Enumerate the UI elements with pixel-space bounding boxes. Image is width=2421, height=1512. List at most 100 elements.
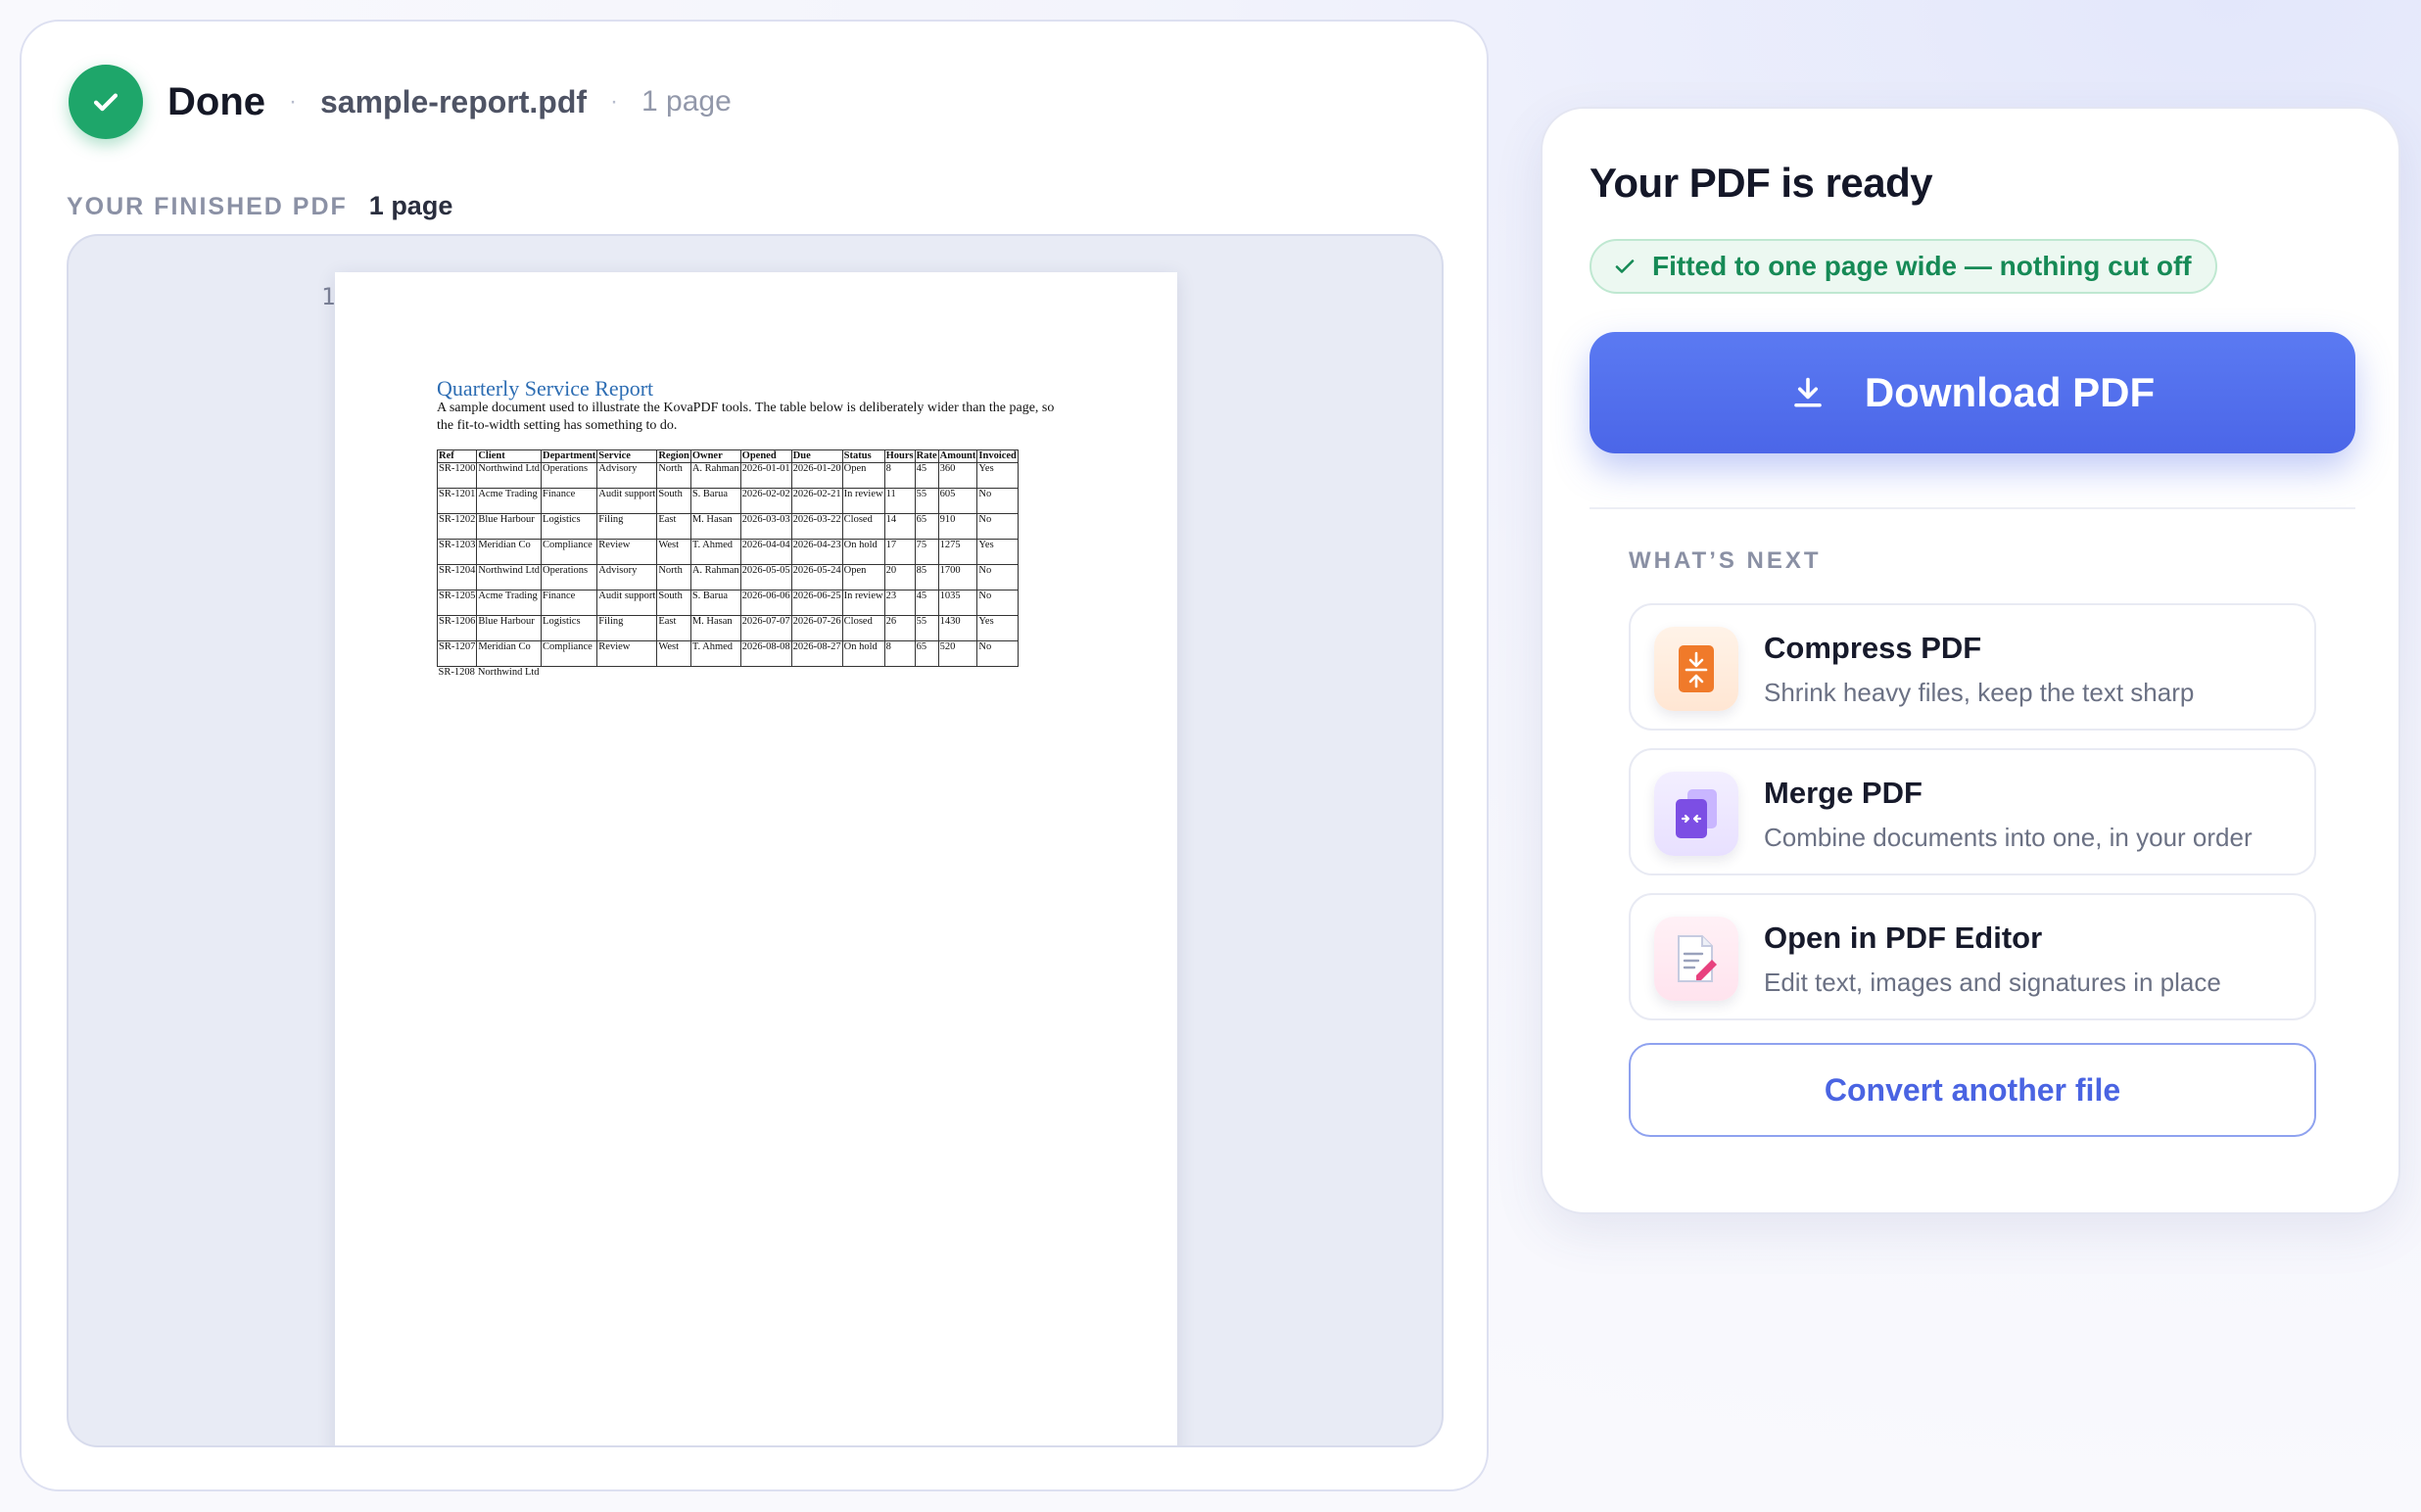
table-cell: North <box>656 564 691 591</box>
convert-another-button[interactable]: Convert another file <box>1629 1043 2316 1137</box>
table-cell: Compliance <box>541 539 598 565</box>
table-cell: Filing <box>596 615 658 641</box>
table-cell: SR-1205 <box>436 590 478 616</box>
table-cell: Review <box>596 640 658 667</box>
document-description: A sample document used to illustrate the… <box>437 401 1055 433</box>
table-cell: 2026-02-21 <box>790 488 843 514</box>
table-row: SR-1200 Northwind Ltd Operations Advisory No… <box>436 462 1019 489</box>
action-title: Open in PDF Editor <box>1764 921 2043 955</box>
table-cell: West <box>656 539 691 565</box>
fit-status-text: Fitted to one page wide — nothing cut of… <box>1652 251 2192 281</box>
table-cell: Operations <box>541 564 598 591</box>
table-cell: Compliance <box>541 640 598 667</box>
table-cell: Advisory <box>596 564 658 591</box>
table-cell: Yes <box>976 462 1019 489</box>
table-cell: 65 <box>914 513 939 540</box>
table-cell: Logistics <box>541 615 598 641</box>
table-cell: Open <box>841 462 885 489</box>
action-subtitle: Shrink heavy files, keep the text sharp <box>1764 678 2195 707</box>
finished-pdf-header: YOUR FINISHED PDF 1 page <box>67 191 452 221</box>
table-cell: SR-1204 <box>436 564 478 591</box>
table-cell: West <box>656 640 691 667</box>
table-cell: 14 <box>883 513 916 540</box>
table-cell: SR-1201 <box>436 488 478 514</box>
table-header-cell: Owner <box>689 449 741 463</box>
table-cell: M. Hasan <box>689 615 741 641</box>
table-cell: No <box>976 590 1019 616</box>
table-cell: Northwind Ltd <box>476 564 543 591</box>
separator: · <box>289 88 297 115</box>
separator: · <box>610 88 619 115</box>
table-cell: 65 <box>914 640 939 667</box>
table-cell: Closed <box>841 615 885 641</box>
table-cell: 17 <box>883 539 916 565</box>
table-cell: In review <box>841 488 885 514</box>
table-cell: 2026-05-05 <box>739 564 792 591</box>
table-row: SR-1205 Acme Trading Finance Audit support S… <box>436 590 1019 616</box>
table-cell: 2026-06-25 <box>790 590 843 616</box>
ready-title: Your PDF is ready <box>1590 160 1933 206</box>
table-header-cell: Amount <box>937 449 978 463</box>
document-table: Ref Client Department Service Region Owner Ope… <box>436 449 1019 692</box>
table-row: SR-1204 Northwind Ltd Operations Advisory No… <box>436 564 1019 591</box>
table-cell: Acme Trading <box>476 488 543 514</box>
table-cell: Meridian Co <box>476 640 543 667</box>
finished-pdf-pages: 1 page <box>368 191 453 220</box>
table-cell: Meridian Co <box>476 539 543 565</box>
table-cell: T. Ahmed <box>689 539 741 565</box>
table-cell: Finance <box>541 488 598 514</box>
table-cell: 11 <box>883 488 916 514</box>
table-cell: 2026-07-07 <box>739 615 792 641</box>
merge-pdf-action[interactable]: Merge PDF Combine documents into one, in… <box>1629 748 2316 875</box>
table-header-cell: Status <box>841 449 885 463</box>
pdf-page[interactable]: Quarterly Service Report A sample docume… <box>335 272 1177 1445</box>
action-subtitle: Combine documents into one, in your orde… <box>1764 823 2253 852</box>
table-row: SR-1207 Meridian Co Compliance Review West T.… <box>436 640 1019 667</box>
table-header-cell: Due <box>790 449 843 463</box>
table-cell: No <box>976 488 1019 514</box>
table-cell: 2026-07-26 <box>790 615 843 641</box>
result-preview-card: Done · sample-report.pdf · 1 page YOUR F… <box>20 20 1489 1491</box>
table-cell: 2026-08-08 <box>739 640 792 667</box>
table-cell: No <box>976 564 1019 591</box>
table-header-cell: Hours <box>883 449 916 463</box>
table-cell: 605 <box>937 488 978 514</box>
table-cell: 1430 <box>937 615 978 641</box>
table-cell: 2026-04-04 <box>739 539 792 565</box>
table-cell: Yes <box>976 539 1019 565</box>
table-cell: 2026-01-01 <box>739 462 792 489</box>
download-button[interactable]: Download PDF <box>1590 332 2355 453</box>
table-cell: 55 <box>914 615 939 641</box>
table-header-cell: Client <box>476 449 543 463</box>
download-label: Download PDF <box>1864 369 2156 415</box>
table-cell: Review <box>596 539 658 565</box>
table-cell: 2026-02-02 <box>739 488 792 514</box>
table-cell: SR-1203 <box>436 539 478 565</box>
pdf-preview[interactable]: 1 Quarterly Service Report A sample docu… <box>67 234 1444 1447</box>
finished-pdf-label: YOUR FINISHED PDF <box>67 193 348 220</box>
pdf-editor-action[interactable]: Open in PDF Editor Edit text, images and… <box>1629 893 2316 1020</box>
table-header-cell: Invoiced <box>976 449 1019 463</box>
table-cell: 2026-03-22 <box>790 513 843 540</box>
action-title: Merge PDF <box>1764 776 1923 810</box>
table-cell: 8 <box>883 640 916 667</box>
table-header-cell: Ref <box>436 449 478 463</box>
table-cell: 360 <box>937 462 978 489</box>
compress-pdf-action[interactable]: Compress PDF Shrink heavy files, keep th… <box>1629 603 2316 731</box>
file-name: sample-report.pdf <box>320 83 588 119</box>
divider <box>1590 507 2355 509</box>
table-cell: A. Rahman <box>689 462 741 489</box>
table-cell: No <box>976 640 1019 667</box>
table-cell: 2026-03-03 <box>739 513 792 540</box>
table-cell: East <box>656 513 691 540</box>
table-cell: M. Hasan <box>689 513 741 540</box>
table-cell: 520 <box>937 640 978 667</box>
table-cell: 55 <box>914 488 939 514</box>
table-cell: 2026-04-23 <box>790 539 843 565</box>
table-cell: 45 <box>914 590 939 616</box>
table-cell: 23 <box>883 590 916 616</box>
table-cell: Filing <box>596 513 658 540</box>
table-cell: SR-1208 <box>438 667 475 678</box>
table-cell: South <box>656 590 691 616</box>
edit-icon <box>1654 917 1738 1001</box>
